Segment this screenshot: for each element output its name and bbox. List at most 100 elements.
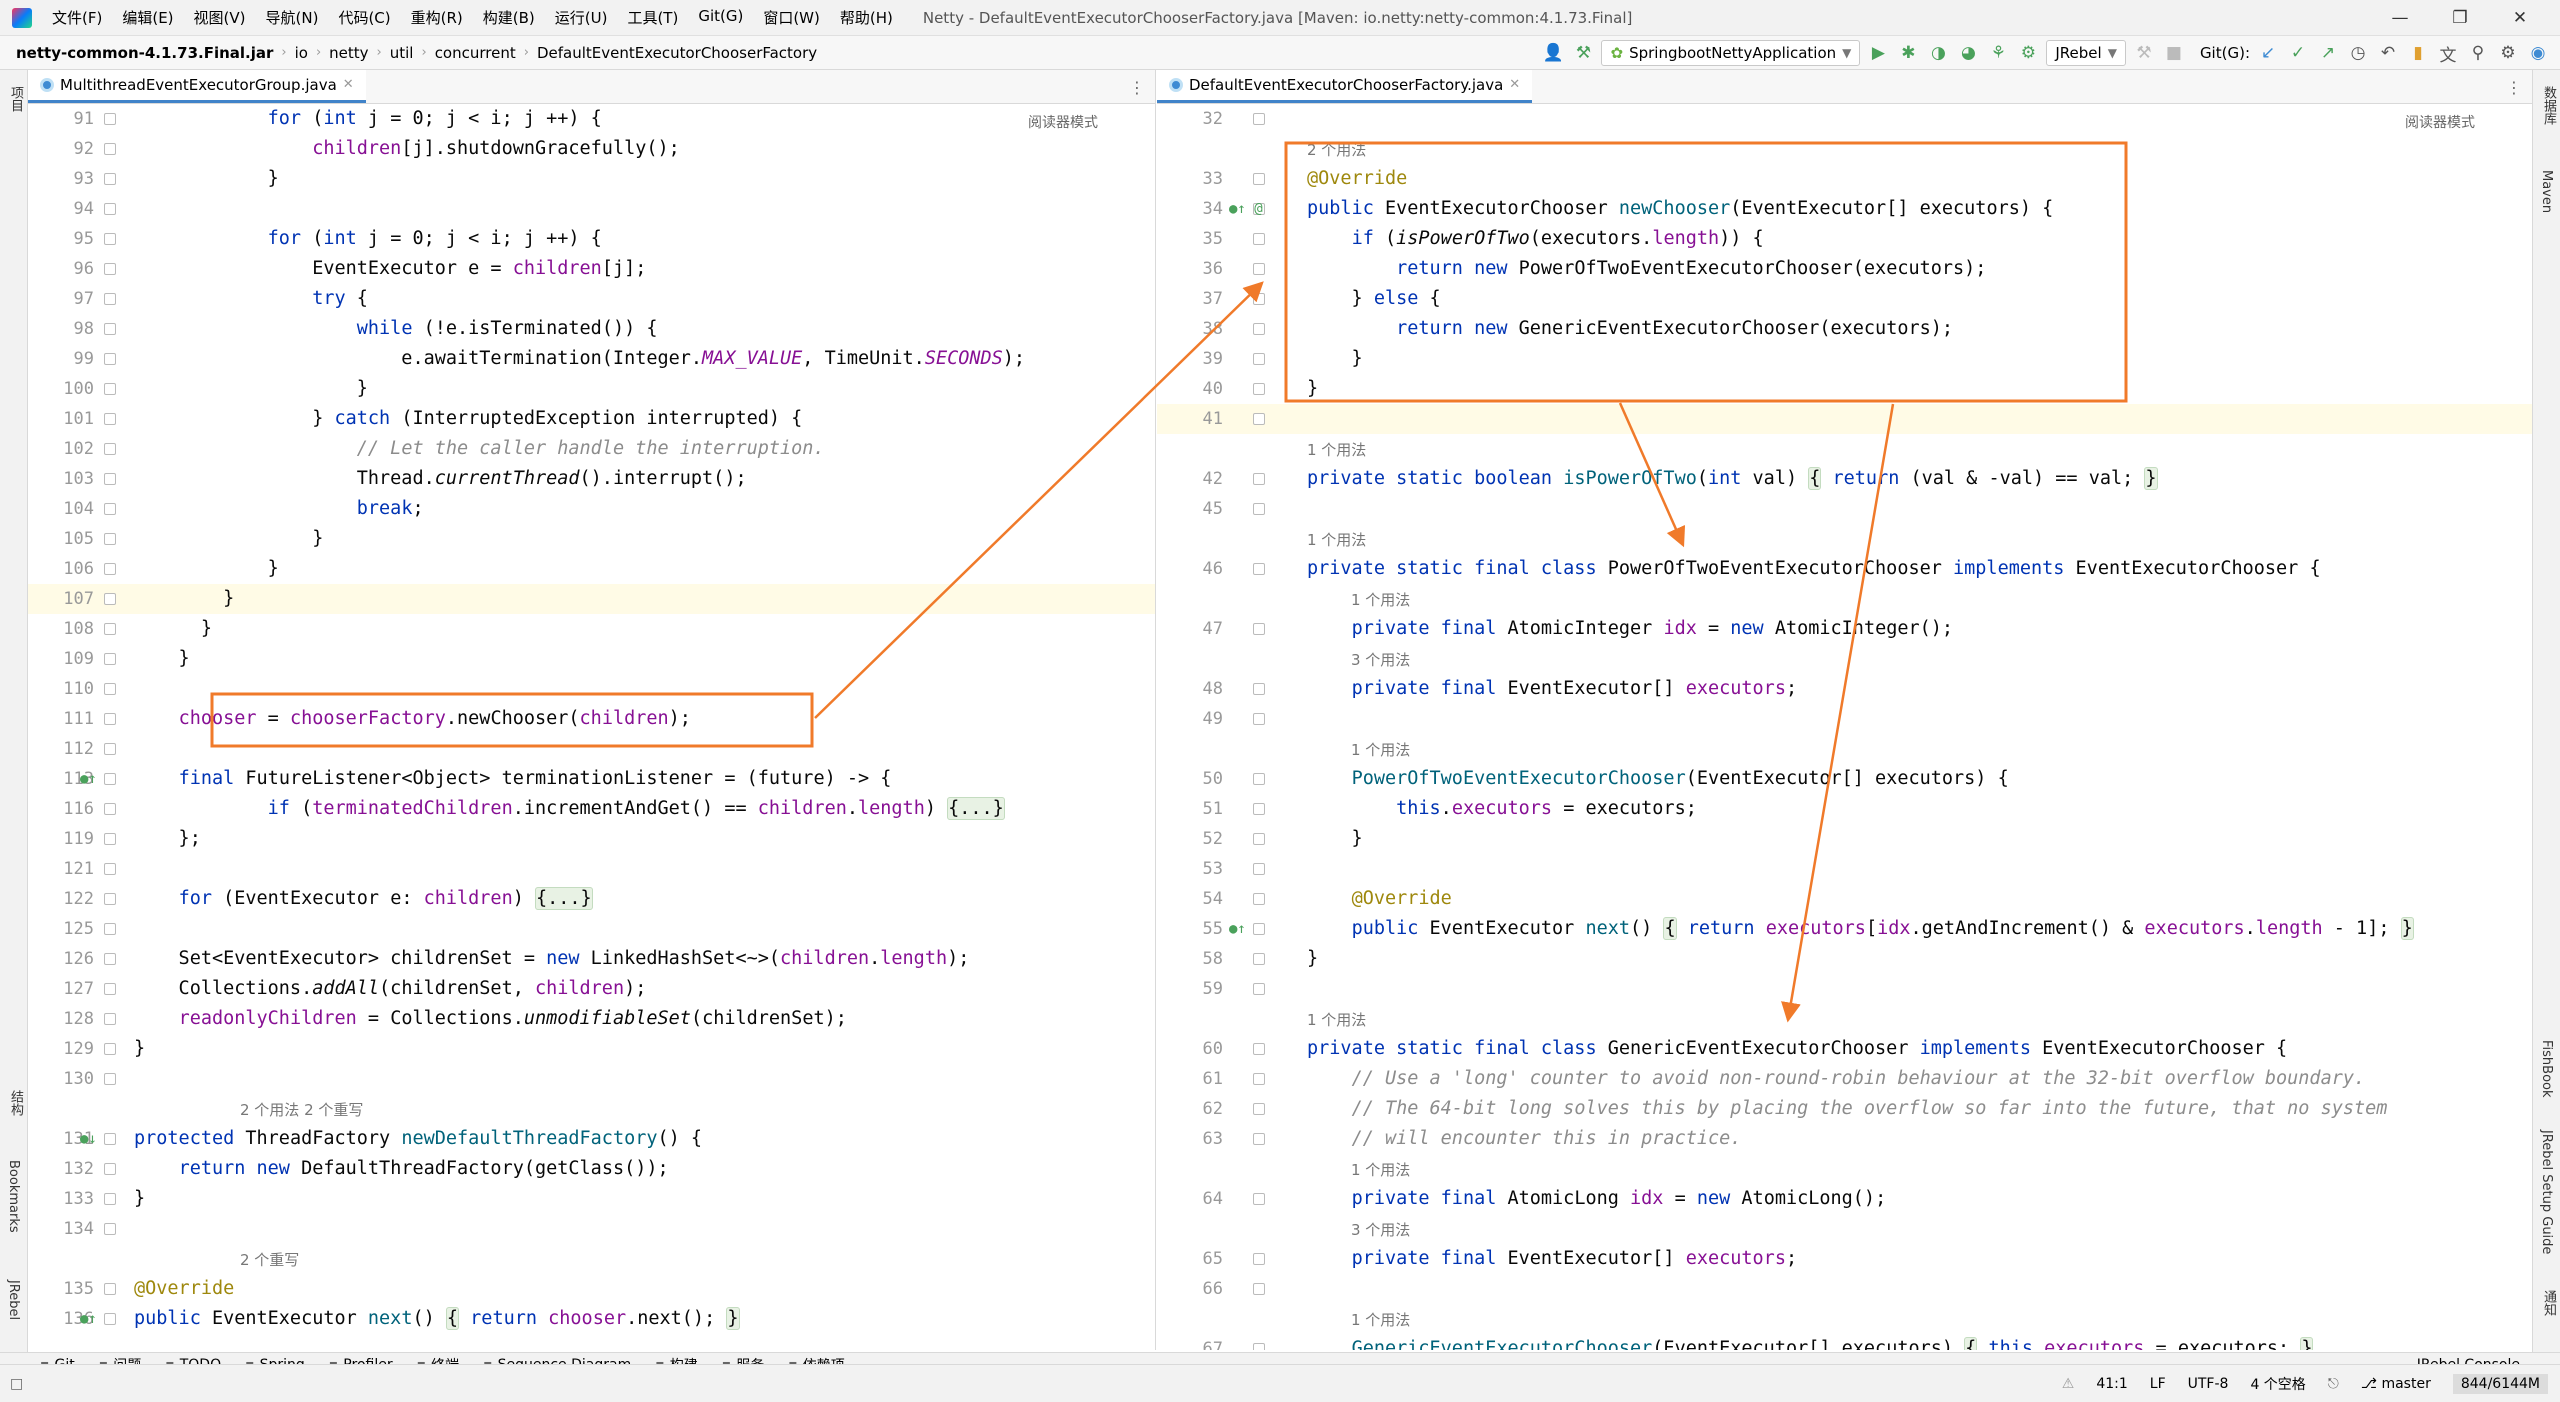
line-number[interactable]: 36	[1157, 254, 1223, 284]
fold-marker-icon[interactable]	[1253, 1283, 1265, 1295]
line-number[interactable]: 60	[1157, 1034, 1223, 1064]
file-encoding[interactable]: UTF-8	[2188, 1376, 2229, 1392]
breadcrumb-item[interactable]: DefaultEventExecutorChooserFactory	[529, 44, 825, 62]
fold-marker-icon[interactable]	[104, 833, 116, 845]
line-number[interactable]: 126	[28, 944, 94, 974]
menu-item-11[interactable]: 帮助(H)	[830, 7, 903, 28]
fold-marker-icon[interactable]	[1253, 1043, 1265, 1055]
left-code-editor[interactable]: 91 for (int j = 0; j < i; j ++) {92 chil…	[28, 104, 1155, 1350]
line-number[interactable]: 105	[28, 524, 94, 554]
fold-marker-icon[interactable]	[1253, 263, 1265, 275]
run-icon[interactable]: ▶	[1866, 41, 1890, 65]
breadcrumb-item[interactable]: netty	[321, 44, 376, 62]
fold-marker-icon[interactable]	[104, 1043, 116, 1055]
fold-marker-icon[interactable]	[104, 533, 116, 545]
line-number[interactable]: 93	[28, 164, 94, 194]
memory-indicator[interactable]: 844/6144M	[2452, 1373, 2548, 1394]
fold-marker-icon[interactable]	[1253, 1343, 1265, 1350]
usage-hint[interactable]: 1 个用法	[1351, 589, 1410, 610]
line-number[interactable]: 65	[1157, 1244, 1223, 1274]
fold-marker-icon[interactable]	[104, 563, 116, 575]
override-gutter-icon[interactable]: ●↓	[80, 1124, 97, 1154]
line-number[interactable]: 52	[1157, 824, 1223, 854]
fold-marker-icon[interactable]	[104, 743, 116, 755]
line-number[interactable]: 103	[28, 464, 94, 494]
git-branch[interactable]: ⎇ master	[2361, 1376, 2431, 1392]
line-number[interactable]: 108	[28, 614, 94, 644]
fold-marker-icon[interactable]	[104, 1283, 116, 1295]
line-number[interactable]: 61	[1157, 1064, 1223, 1094]
coverage-icon[interactable]: ◑	[1926, 41, 1950, 65]
line-number[interactable]: 41	[1157, 404, 1223, 434]
fold-marker-icon[interactable]	[1253, 383, 1265, 395]
line-number[interactable]: 32	[1157, 104, 1223, 134]
git-commit-icon[interactable]: ✓	[2286, 41, 2310, 65]
line-number[interactable]: 46	[1157, 554, 1223, 584]
usage-hint[interactable]: 3 个用法	[1351, 649, 1410, 670]
line-number[interactable]: 38	[1157, 314, 1223, 344]
line-number[interactable]: 128	[28, 1004, 94, 1034]
line-number[interactable]: 134	[28, 1214, 94, 1244]
fold-marker-icon[interactable]	[104, 203, 116, 215]
fold-marker-icon[interactable]	[1253, 173, 1265, 185]
fold-marker-icon[interactable]	[104, 1013, 116, 1025]
usage-hint[interactable]: 1 个用法	[1351, 739, 1410, 760]
jrebel-run-icon[interactable]: ⚘	[1986, 41, 2010, 65]
lock-icon[interactable]: ⎋	[2328, 1376, 2339, 1392]
line-number[interactable]: 119	[28, 824, 94, 854]
hammer-icon[interactable]: ⚒	[1571, 41, 1595, 65]
fold-marker-icon[interactable]	[104, 1193, 116, 1205]
menu-item-8[interactable]: 工具(T)	[617, 7, 688, 28]
jrebel-tool-tab[interactable]: JRebel	[6, 1280, 21, 1320]
line-number[interactable]: 66	[1157, 1274, 1223, 1304]
fold-marker-icon[interactable]	[104, 323, 116, 335]
line-number[interactable]: 63	[1157, 1124, 1223, 1154]
override-gutter-icon[interactable]: ●↑	[1229, 914, 1246, 944]
usage-hint[interactable]: 2 个用法	[1307, 139, 1366, 160]
fold-marker-icon[interactable]	[1253, 1073, 1265, 1085]
line-number[interactable]: 130	[28, 1064, 94, 1094]
line-number[interactable]: 67	[1157, 1334, 1223, 1350]
fold-marker-icon[interactable]	[104, 953, 116, 965]
history-icon[interactable]: ◷	[2346, 41, 2370, 65]
line-number[interactable]: 125	[28, 914, 94, 944]
line-number[interactable]: 94	[28, 194, 94, 224]
fold-marker-icon[interactable]	[1253, 623, 1265, 635]
fold-marker-icon[interactable]	[1253, 683, 1265, 695]
breadcrumb-item[interactable]: util	[382, 44, 422, 62]
line-number[interactable]: 62	[1157, 1094, 1223, 1124]
fold-marker-icon[interactable]	[1253, 1103, 1265, 1115]
rollback-icon[interactable]: ↶	[2376, 41, 2400, 65]
breadcrumb-item[interactable]: io	[287, 44, 316, 62]
line-number[interactable]: 37	[1157, 284, 1223, 314]
fold-marker-icon[interactable]	[1253, 503, 1265, 515]
override-gutter-icon[interactable]: ●↑	[80, 764, 97, 794]
debug-icon[interactable]: ✱	[1896, 41, 1920, 65]
fold-marker-icon[interactable]	[1253, 353, 1265, 365]
user-icon[interactable]: 👤	[1541, 41, 1565, 65]
override-gutter-icon[interactable]: ●↑ @	[1229, 194, 1263, 224]
bookmarks-tool-tab[interactable]: Bookmarks	[6, 1160, 21, 1233]
line-number[interactable]: 101	[28, 404, 94, 434]
menu-item-10[interactable]: 窗口(W)	[753, 7, 830, 28]
stop-icon[interactable]: ■	[2162, 41, 2186, 65]
menu-item-9[interactable]: Git(G)	[688, 7, 753, 28]
fold-marker-icon[interactable]	[1253, 833, 1265, 845]
menu-item-2[interactable]: 视图(V)	[184, 7, 256, 28]
fold-marker-icon[interactable]	[1253, 1133, 1265, 1145]
line-number[interactable]: 48	[1157, 674, 1223, 704]
fold-marker-icon[interactable]	[104, 1223, 116, 1235]
fold-marker-icon[interactable]	[104, 773, 116, 785]
fold-marker-icon[interactable]	[104, 623, 116, 635]
line-number[interactable]: 35	[1157, 224, 1223, 254]
fold-marker-icon[interactable]	[104, 713, 116, 725]
usage-hint[interactable]: 1 个用法	[1307, 439, 1366, 460]
profile-icon[interactable]: ◕	[1956, 41, 1980, 65]
fold-marker-icon[interactable]	[104, 473, 116, 485]
translate-icon[interactable]: 文	[2436, 41, 2460, 66]
fold-marker-icon[interactable]	[1253, 893, 1265, 905]
fold-marker-icon[interactable]	[1253, 563, 1265, 575]
line-number[interactable]: 98	[28, 314, 94, 344]
line-number[interactable]: 91	[28, 104, 94, 134]
fold-marker-icon[interactable]	[104, 383, 116, 395]
